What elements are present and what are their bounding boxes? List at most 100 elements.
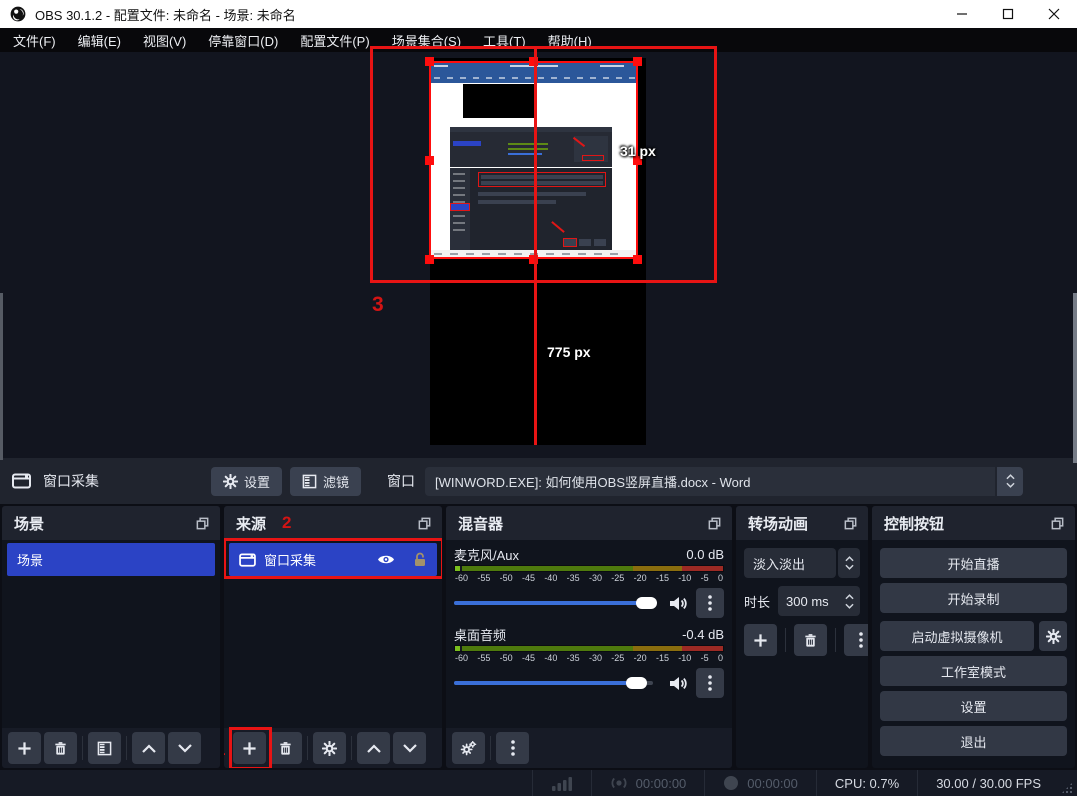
desktop-volume-slider[interactable] [454,668,661,698]
popout-icon [417,516,432,531]
duration-label: 时长 [744,592,770,611]
scenes-panel-header[interactable]: 场景 [2,506,220,540]
mixer-toolbar [446,728,732,768]
desktop-volume-handle[interactable] [626,677,647,689]
popout-icon [1050,516,1065,531]
close-button[interactable] [1031,0,1077,28]
scenes-panel-title: 场景 [14,513,44,534]
menu-view[interactable]: 视图(V) [132,28,197,53]
lock-icon[interactable] [413,552,427,567]
popout-icon [195,516,210,531]
sources-list: 窗口采集 [224,540,442,728]
gear-icon [223,474,238,489]
annotation-step-2: 2 [282,513,291,533]
transition-options-button[interactable] [844,624,868,656]
obs-main-window: OBS 30.1.2 - 配置文件: 未命名 - 场景: 未命名 文件(F) 编… [0,0,1077,796]
mic-channel-level: 0.0 dB [686,547,724,562]
sources-panel-header[interactable]: 来源 2 [224,506,442,540]
mixer-channel-desktop: 桌面音频 -0.4 dB -60-55-50-45-40-35-30-25-20… [446,625,732,698]
controls-panel: 控制按钮 开始直播 开始录制 启动虚拟摄像机 工作室模式 设置 退出 [872,506,1075,768]
transitions-panel-header[interactable]: 转场动画 [736,506,868,540]
scenes-panel: 场景 场景 [2,506,220,768]
source-list-item[interactable]: 窗口采集 [229,543,437,576]
scenes-toolbar [2,728,220,768]
recording-timer: 00:00:00 [747,776,798,791]
menu-docks[interactable]: 停靠窗口(D) [197,28,289,53]
transition-select[interactable]: 淡入淡出 [744,548,836,578]
menu-edit[interactable]: 编辑(E) [67,28,132,53]
preview-scrollbar-right[interactable] [1073,293,1077,463]
visibility-eye-icon[interactable] [377,553,395,566]
source-settings-button[interactable]: 设置 [211,467,282,496]
maximize-button[interactable] [985,0,1031,28]
studio-mode-button[interactable]: 工作室模式 [880,656,1067,686]
remove-source-button[interactable] [269,732,302,764]
mic-volume-handle[interactable] [636,597,657,609]
mic-meter-scale: -60-55-50-45-40-35-30-25-20-15-10-50 [454,573,724,584]
duration-spin-arrows[interactable] [845,586,854,616]
mic-options-button[interactable] [696,588,724,618]
transitions-panel: 转场动画 淡入淡出 时长 300 ms [736,506,868,768]
menu-profile[interactable]: 配置文件(P) [289,28,380,53]
duration-spinbox[interactable]: 300 ms [778,586,860,616]
menu-file[interactable]: 文件(F) [2,28,67,53]
source-filters-button[interactable]: 滤镜 [290,467,361,496]
add-transition-button[interactable] [744,624,777,656]
filter-icon [302,474,317,489]
remove-scene-button[interactable] [44,732,77,764]
transition-select-spinner[interactable] [838,548,860,578]
scene-filters-button[interactable] [88,732,121,764]
recording-status-icon [723,775,739,791]
move-source-down-button[interactable] [393,732,426,764]
desktop-channel-level: -0.4 dB [682,627,724,642]
add-scene-button[interactable] [8,732,41,764]
mixer-panel: 混音器 麦克风/Aux 0.0 dB -60-55-50-45-40-35-30… [446,506,732,768]
desktop-options-button[interactable] [696,668,724,698]
mixer-channel-mic: 麦克风/Aux 0.0 dB -60-55-50-45-40-35-30-25-… [446,545,732,618]
controls-panel-header[interactable]: 控制按钮 [872,506,1075,540]
source-properties-button[interactable] [313,732,346,764]
selected-source-name: 窗口采集 [43,471,99,491]
minimize-button[interactable] [939,0,985,28]
mic-volume-slider[interactable] [454,588,661,618]
start-recording-button[interactable]: 开始录制 [880,583,1067,613]
fps-counter: 30.00 / 30.00 FPS [918,770,1059,796]
mixer-panel-header[interactable]: 混音器 [446,506,732,540]
desktop-channel-name: 桌面音频 [454,625,506,644]
virtual-camera-settings-button[interactable] [1039,621,1067,651]
preview-scrollbar-left[interactable] [0,293,3,460]
sources-panel: 来源 2 窗口采集 1 [224,506,442,768]
start-virtual-camera-button[interactable]: 启动虚拟摄像机 [880,621,1034,651]
remove-transition-button[interactable] [794,624,827,656]
mixer-options-button[interactable] [496,732,529,764]
window-titlebar: OBS 30.1.2 - 配置文件: 未命名 - 场景: 未命名 [0,0,1077,28]
start-streaming-button[interactable]: 开始直播 [880,548,1067,578]
window-select[interactable]: [WINWORD.EXE]: 如何使用OBS竖屏直播.docx - Word [425,467,995,496]
audio-settings-button[interactable] [452,732,485,764]
speaker-icon[interactable] [669,675,688,692]
exit-button[interactable]: 退出 [880,726,1067,756]
annotation-rectangle-3 [370,46,717,283]
popout-icon [843,516,858,531]
window-title: OBS 30.1.2 - 配置文件: 未命名 - 场景: 未命名 [35,5,296,24]
sources-toolbar: 1 [224,728,442,768]
speaker-icon[interactable] [669,595,688,612]
desktop-meter-scale: -60-55-50-45-40-35-30-25-20-15-10-50 [454,653,724,664]
window-capture-icon [12,473,31,489]
add-source-button[interactable]: 1 [233,732,266,764]
resize-grip[interactable] [1061,782,1073,794]
settings-button[interactable]: 设置 [880,691,1067,721]
desktop-level-meter [454,645,724,652]
status-bar: 00:00:00 00:00:00 CPU: 0.7% 30.00 / 30.0… [0,770,1077,796]
mic-level-meter [454,565,724,572]
window-property-label: 窗口 [387,471,415,491]
scene-list-item[interactable]: 场景 [7,543,215,576]
mic-channel-name: 麦克风/Aux [454,545,519,564]
move-source-up-button[interactable] [357,732,390,764]
streaming-status-icon [610,775,628,791]
move-scene-down-button[interactable] [168,732,201,764]
move-scene-up-button[interactable] [132,732,165,764]
window-select-spinner[interactable] [997,467,1023,496]
controls-panel-title: 控制按钮 [884,513,944,534]
selection-width-label: 31 px [620,143,656,159]
